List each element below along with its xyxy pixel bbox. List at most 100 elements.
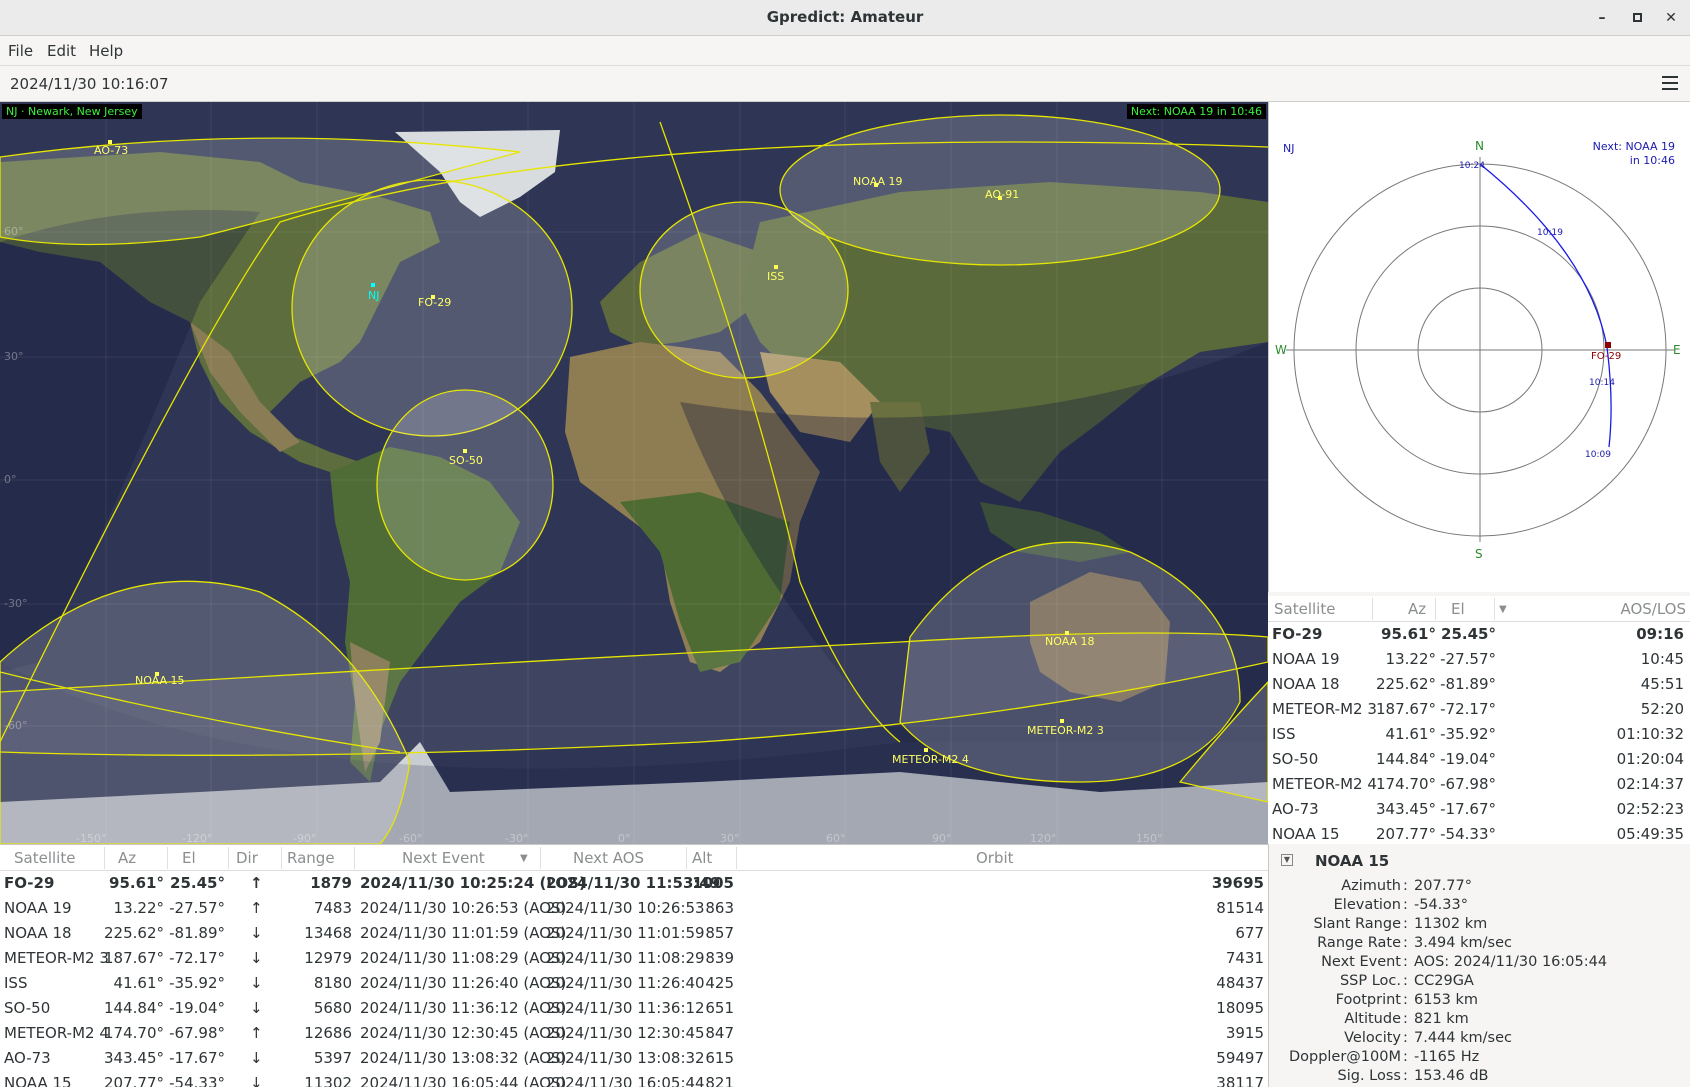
sat-list-row[interactable]: FO-29 95.61° 25.45° 09:16 — [1268, 622, 1690, 647]
pass-time-2: 10:19 — [1537, 228, 1563, 238]
col-next-aos[interactable]: Next AOS — [573, 849, 644, 867]
detail-colon: : — [1403, 897, 1408, 913]
sort-down-icon[interactable]: ▼ — [520, 853, 528, 864]
table-row[interactable]: FO-29 95.61° 25.45° ↑ 1879 2024/11/30 10:25:2… — [0, 871, 1268, 896]
world-map-canvas: 60° 30° 0° -30° -60° -150° -120° -90° -6… — [0, 102, 1268, 844]
col-range[interactable]: Range — [287, 849, 335, 867]
cell-next-aos: 2024/11/30 11:26:40 — [546, 974, 705, 992]
cell-el: -67.98° — [169, 1024, 225, 1042]
col-orbit[interactable]: Orbit — [976, 849, 1014, 867]
table-row[interactable]: SO-50 144.84° -19.04° ↓ 5680 2024/11/30 11:36… — [0, 996, 1268, 1021]
satellite-details: ▼ NOAA 15 Azimuth:207.77° Elevation: -54.3… — [1268, 844, 1690, 1087]
sat-list-row[interactable]: METEOR-M2 4 174.70° -67.98° 02:14:37 — [1268, 772, 1690, 797]
cell-orbit: 48437 — [1216, 974, 1264, 992]
table-row[interactable]: METEOR-M2 4 174.70° -67.98° ↑ 12686 2024/11/3… — [0, 1021, 1268, 1046]
cell-alt: 425 — [705, 974, 734, 992]
marker-meteor-m2-3[interactable] — [1060, 719, 1064, 723]
col-el[interactable]: El — [182, 849, 196, 867]
cell-orbit: 81514 — [1216, 899, 1264, 917]
col-dir[interactable]: Dir — [236, 849, 258, 867]
cell-range: 12979 — [304, 949, 352, 967]
cell-az: 187.67° — [1376, 700, 1436, 718]
cell-dir: ↓ — [250, 1074, 263, 1087]
table-row[interactable]: METEOR-M2 3 187.67° -72.17° ↓ 12979 2024/11/3… — [0, 946, 1268, 971]
cell-orbit: 7431 — [1225, 949, 1264, 967]
polar-sat-marker[interactable] — [1605, 342, 1611, 348]
col-el[interactable]: El — [1451, 600, 1465, 618]
cell-aos: 09:16 — [1636, 625, 1684, 643]
cell-el: 25.45° — [1441, 625, 1496, 643]
cell-next-event: 2024/11/30 11:26:40 (AOS) — [360, 974, 567, 992]
menu-file[interactable]: File — [8, 42, 33, 60]
menu-help[interactable]: Help — [89, 42, 123, 60]
world-map[interactable]: 60° 30° 0° -30° -60° -150° -120° -90° -6… — [0, 102, 1268, 844]
detail-row: Next Event: AOS: 2024/11/30 16:05:44 — [1269, 954, 1690, 973]
col-sat[interactable]: Satellite — [1274, 600, 1335, 618]
cell-el: -19.04° — [1440, 750, 1496, 768]
table-row[interactable]: NOAA 18 225.62° -81.89° ↓ 13468 2024/11/30 11… — [0, 921, 1268, 946]
hamburger-menu-icon[interactable] — [1662, 76, 1678, 90]
table-row[interactable]: NOAA 15 207.77° -54.33° ↓ 11302 2024/11/30 16… — [0, 1071, 1268, 1087]
table-row[interactable]: AO-73 343.45° -17.67° ↓ 5397 2024/11/30 13:08… — [0, 1046, 1268, 1071]
sort-down-icon[interactable]: ▼ — [1499, 604, 1507, 615]
cell-orbit: 39695 — [1211, 874, 1264, 892]
detail-row: Doppler@100M: -1165 Hz — [1269, 1049, 1690, 1068]
cell-satellite: AO-73 — [4, 1049, 51, 1067]
footprint-iss — [639, 201, 849, 379]
cell-next-aos: 2024/11/30 16:05:44 — [546, 1074, 705, 1087]
cell-alt: 863 — [705, 899, 734, 917]
col-az[interactable]: Az — [1408, 600, 1426, 618]
cell-satellite: NOAA 19 — [4, 899, 72, 917]
col-az[interactable]: Az — [118, 849, 136, 867]
cell-aos: 02:14:37 — [1616, 775, 1684, 793]
sat-list-row[interactable]: NOAA 18 225.62° -81.89° 45:51 — [1268, 672, 1690, 697]
cell-az: 174.70° — [1376, 775, 1436, 793]
col-aos[interactable]: AOS/LOS — [1620, 600, 1686, 618]
compass-s: S — [1475, 547, 1483, 561]
minimize-button[interactable]: – — [1590, 6, 1614, 30]
detail-value: 207.77° — [1414, 878, 1472, 894]
sat-list-row[interactable]: SO-50 144.84° -19.04° 01:20:04 — [1268, 747, 1690, 772]
marker-iss[interactable] — [774, 265, 778, 269]
sat-list-row[interactable]: ISS 41.61° -35.92° 01:10:32 — [1268, 722, 1690, 747]
cell-orbit: 18095 — [1216, 999, 1264, 1017]
close-button[interactable]: ✕ — [1659, 6, 1683, 30]
cell-next-event: 2024/11/30 11:08:29 (AOS) — [360, 949, 567, 967]
cell-el: -17.67° — [169, 1049, 225, 1067]
cell-az: 41.61° — [1385, 725, 1436, 743]
current-time: 2024/11/30 10:16:07 — [10, 75, 169, 93]
menu-edit[interactable]: Edit — [47, 42, 76, 60]
table-row[interactable]: ISS 41.61° -35.92° ↓ 8180 2024/11/30 11:26:40… — [0, 971, 1268, 996]
cell-sat: SO-50 — [1272, 750, 1319, 768]
marker-so50[interactable] — [463, 449, 467, 453]
col-satellite[interactable]: Satellite — [14, 849, 75, 867]
col-alt[interactable]: Alt — [692, 849, 712, 867]
lon-m30: -30° — [505, 832, 528, 844]
cell-aos: 05:49:35 — [1616, 825, 1684, 843]
cell-el: -81.89° — [1440, 675, 1496, 693]
detail-colon: : — [1403, 1030, 1408, 1046]
marker-meteor-m2-4[interactable] — [924, 748, 928, 752]
detail-value: -1165 Hz — [1414, 1049, 1480, 1065]
detail-row: Slant Range:11302 km — [1269, 916, 1690, 935]
satellite-list: Satellite Az El ▼ AOS/LOS FO-29 95.61° 25.… — [1268, 596, 1690, 847]
cell-alt: 839 — [705, 949, 734, 967]
maximize-button[interactable] — [1625, 6, 1649, 30]
cell-next-aos: 2024/11/30 12:30:45 — [546, 1024, 705, 1042]
cell-dir: ↑ — [250, 899, 263, 917]
detail-colon: : — [1403, 916, 1408, 932]
cell-next-event: 2024/11/30 11:36:12 (AOS) — [360, 999, 567, 1017]
collapse-icon[interactable]: ▼ — [1281, 854, 1293, 866]
col-next-event[interactable]: Next Event — [402, 849, 485, 867]
sat-list-row[interactable]: METEOR-M2 3 187.67° -72.17° 52:20 — [1268, 697, 1690, 722]
table-row[interactable]: NOAA 19 13.22° -27.57° ↑ 7483 2024/11/30 10:2… — [0, 896, 1268, 921]
cell-satellite: NOAA 18 — [4, 924, 72, 942]
cell-next-event: 2024/11/30 12:30:45 (AOS) — [360, 1024, 567, 1042]
sat-list-row[interactable]: NOAA 19 13.22° -27.57° 10:45 — [1268, 647, 1690, 672]
lon-m60: -60° — [399, 832, 422, 844]
polar-view[interactable]: N S E W NJ Next: NOAA 19 in 10:46 10:24 … — [1268, 102, 1690, 592]
cell-sat: FO-29 — [1272, 625, 1323, 643]
sat-list-row[interactable]: AO-73 343.45° -17.67° 02:52:23 — [1268, 797, 1690, 822]
cell-az: 187.67° — [104, 949, 164, 967]
label-ao73: AO-73 — [94, 144, 128, 157]
